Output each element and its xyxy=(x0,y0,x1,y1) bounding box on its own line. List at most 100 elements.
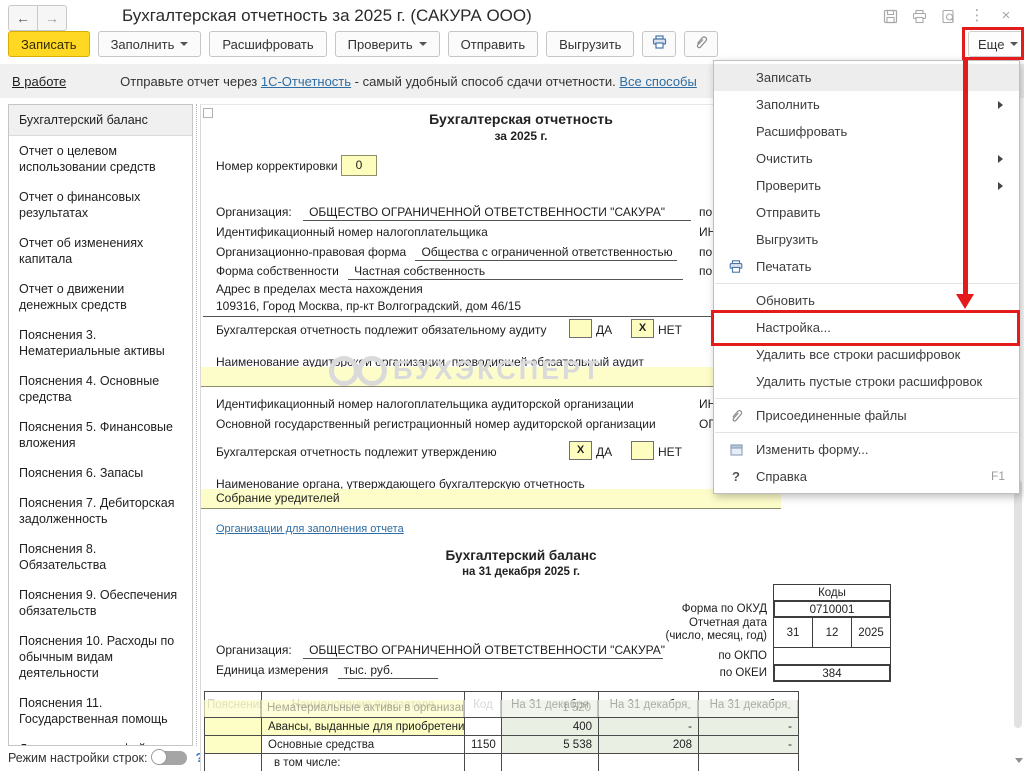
approve-yes-checkbox[interactable]: X xyxy=(569,441,592,460)
save-button-label: Записать xyxy=(21,37,77,52)
explanation-cell[interactable] xyxy=(205,754,262,771)
sidebar-item[interactable]: Отчет о финансовых результатах xyxy=(9,182,192,228)
sidebar-item[interactable]: Пояснения 7. Дебиторская задолженность xyxy=(9,488,192,534)
sidebar-item[interactable]: Пояснения 8. Обязательства xyxy=(9,534,192,580)
print-icon[interactable] xyxy=(911,8,927,24)
org-value[interactable]: ОБЩЕСТВО ОГРАНИЧЕННОЙ ОТВЕТСТВЕННОСТИ "С… xyxy=(303,205,691,221)
menu-item-save[interactable]: Записать xyxy=(714,64,1019,91)
preview-icon[interactable] xyxy=(940,8,956,24)
value-cell[interactable]: - xyxy=(699,718,799,736)
indicator-cell[interactable]: Авансы, выданные для приобретения НМА xyxy=(262,718,465,736)
all-methods-link[interactable]: Все способы xyxy=(619,74,696,89)
code-cell[interactable] xyxy=(465,754,502,771)
code-cell[interactable] xyxy=(465,718,502,736)
fill-button[interactable]: Заполнить xyxy=(98,31,202,57)
balance-org-value[interactable]: ОБЩЕСТВО ОГРАНИЧЕННОЙ ОТВЕТСТВЕННОСТИ "С… xyxy=(303,643,663,659)
audit-no-checkbox[interactable]: X xyxy=(631,319,654,338)
indicator-cell[interactable]: в том числе: xyxy=(262,754,465,771)
sidebar-item[interactable]: Отчет о целевом использовании средств xyxy=(9,136,192,182)
export-button[interactable]: Выгрузить xyxy=(546,31,634,57)
value-cell[interactable] xyxy=(699,754,799,771)
menu-item-decrypt[interactable]: Расшифровать xyxy=(714,118,1019,145)
value-cell[interactable]: 208 xyxy=(599,736,699,754)
opf-value[interactable]: Общества с ограниченной ответственностью xyxy=(415,245,677,261)
address-value[interactable]: 109316, Город Москва, пр-кт Волгоградски… xyxy=(216,299,521,313)
audit-yes-checkbox[interactable] xyxy=(569,319,592,338)
menu-item-label: Печатать xyxy=(756,259,811,274)
balance-table: Пояснения Наименование показателя Код На… xyxy=(204,691,798,771)
reporting-service-link[interactable]: 1С-Отчетность xyxy=(261,74,351,89)
sidebar-item[interactable]: Пояснения 11. Государственная помощь xyxy=(9,688,192,734)
menu-item-help[interactable]: ? Справка F1 xyxy=(714,463,1019,490)
menu-item-send[interactable]: Отправить xyxy=(714,199,1019,226)
close-icon[interactable]: × xyxy=(998,8,1014,24)
sidebar-item[interactable]: Пояснения 4. Основные средства xyxy=(9,366,192,412)
save-button[interactable]: Записать xyxy=(8,31,90,57)
approve-org-field[interactable]: Собрание уредителей xyxy=(201,489,781,509)
code-cell[interactable]: 1150 xyxy=(465,736,502,754)
menu-item-delete-empty-decrypt-rows[interactable]: Удалить пустые строки расшифровок xyxy=(714,368,1019,395)
sidebar-item[interactable]: Пояснения 3. Нематериальные активы xyxy=(9,320,192,366)
back-button[interactable]: ← xyxy=(8,5,38,31)
okud-label: Форма по ОКУД xyxy=(531,603,767,615)
sidebar-item[interactable]: Дополнительные файлы xyxy=(9,734,192,746)
sidebar-item[interactable]: Пояснения 6. Запасы xyxy=(9,458,192,488)
print-button[interactable] xyxy=(642,31,676,57)
unit-label: Единица измерения xyxy=(216,663,328,677)
unit-value[interactable]: тыс. руб. xyxy=(338,663,438,679)
indicator-cell[interactable]: Основные средства xyxy=(262,736,465,754)
vertical-scrollbar[interactable] xyxy=(1014,480,1022,728)
value-cell[interactable]: - xyxy=(599,718,699,736)
explanation-cell[interactable] xyxy=(205,736,262,754)
menu-item-clear[interactable]: Очистить xyxy=(714,145,1019,172)
value-cell[interactable] xyxy=(502,754,599,771)
status-state-link[interactable]: В работе xyxy=(12,74,66,89)
check-button[interactable]: Проверить xyxy=(335,31,440,57)
report-day-cell: 31 xyxy=(773,617,813,648)
menu-item-label: Проверить xyxy=(756,178,821,193)
scroll-down-arrow-icon[interactable] xyxy=(1015,758,1023,767)
value-cell[interactable]: - xyxy=(699,736,799,754)
status-message: Отправьте отчет через 1С-Отчетность - са… xyxy=(120,74,697,89)
row-setup-toggle[interactable] xyxy=(153,751,187,765)
table-row[interactable]: Основные средства 1150 5 538 208 - xyxy=(205,736,799,754)
sidebar-item[interactable]: Отчет о движении денежных средств xyxy=(9,274,192,320)
table-row[interactable]: в том числе: xyxy=(205,754,799,771)
report-sections-sidebar: Бухгалтерский баланс Отчет о целевом исп… xyxy=(8,104,193,746)
row-setup-label: Режим настройки строк: xyxy=(8,751,147,765)
sidebar-item[interactable]: Пояснения 5. Финансовые вложения xyxy=(9,412,192,458)
menu-item-label: Изменить форму... xyxy=(756,442,869,457)
kebab-menu-icon[interactable]: ⋮ xyxy=(969,8,985,24)
value-cell[interactable]: 5 538 xyxy=(502,736,599,754)
sidebar-item[interactable]: Пояснения 9. Обеспечения обязательств xyxy=(9,580,192,626)
ownership-value[interactable]: Частная собственность xyxy=(348,264,683,280)
value-cell[interactable]: 400 xyxy=(502,718,599,736)
correction-number-field[interactable]: 0 xyxy=(341,155,377,176)
send-button[interactable]: Отправить xyxy=(448,31,538,57)
attachments-button[interactable] xyxy=(684,31,718,57)
menu-item-fill[interactable]: Заполнить xyxy=(714,91,1019,118)
menu-item-attached-files[interactable]: Присоединенные файлы xyxy=(714,402,1019,429)
table-row[interactable]: Авансы, выданные для приобретения НМА 40… xyxy=(205,718,799,736)
menu-item-check[interactable]: Проверить xyxy=(714,172,1019,199)
orgs-for-filling-link[interactable]: Организации для заполнения отчета xyxy=(216,523,404,535)
decrypt-button[interactable]: Расшифровать xyxy=(209,31,326,57)
approve-no-checkbox[interactable] xyxy=(631,441,654,460)
save-icon[interactable] xyxy=(882,8,898,24)
explanation-cell[interactable] xyxy=(205,718,262,736)
org-label: Организация: xyxy=(216,205,292,219)
sheet-corner-selector[interactable] xyxy=(203,108,213,118)
watermark-logo-icon xyxy=(357,356,387,386)
menu-item-export[interactable]: Выгрузить xyxy=(714,226,1019,253)
watermark-text: БУХЭКСПЕРТ xyxy=(393,355,602,386)
sidebar-item[interactable]: Отчет об изменениях капитала xyxy=(9,228,192,274)
value-cell[interactable] xyxy=(599,754,699,771)
sidebar-item[interactable]: Пояснения 10. Расходы по обычным видам д… xyxy=(9,626,192,688)
sidebar-item-balance[interactable]: Бухгалтерский баланс xyxy=(9,105,192,136)
menu-item-change-form[interactable]: Изменить форму... xyxy=(714,436,1019,463)
menu-item-print[interactable]: Печатать xyxy=(714,253,1019,280)
panel-splitter[interactable] xyxy=(196,104,197,746)
check-button-label: Проверить xyxy=(348,37,413,52)
report-year-cell: 2025 xyxy=(851,617,891,648)
forward-button[interactable]: → xyxy=(38,5,67,31)
